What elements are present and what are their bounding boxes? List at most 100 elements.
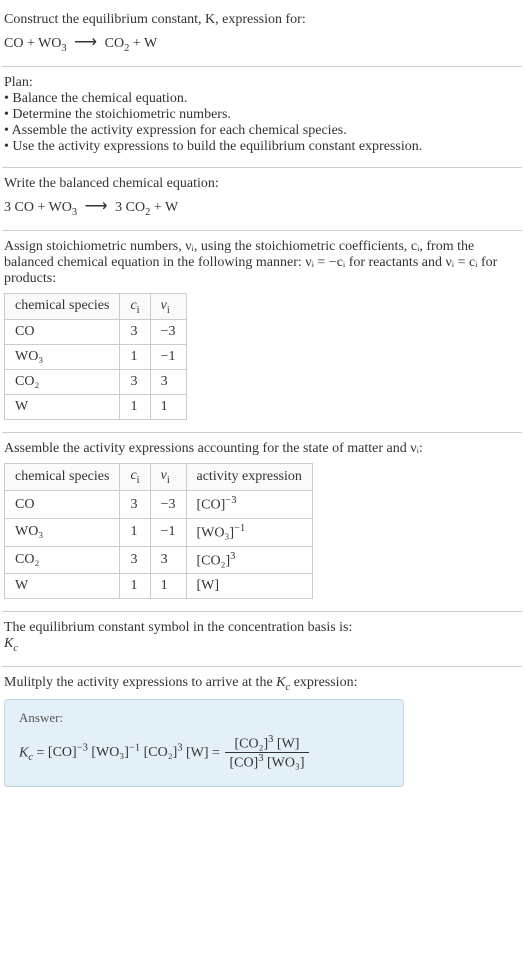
page: Construct the equilibrium constant, K, e… (0, 0, 524, 803)
cell: CO (5, 491, 120, 519)
cell: 3 (120, 546, 150, 574)
act-exp: −3 (225, 495, 236, 506)
plan-item: • Assemble the activity expression for e… (4, 123, 520, 139)
answer-label: Answer: (19, 710, 389, 726)
eq-rhs2: + W (150, 200, 178, 215)
kc-sub: c (28, 752, 33, 763)
plan-item: • Determine the stoichiometric numbers. (4, 107, 520, 123)
plan-item: • Use the activity expressions to build … (4, 139, 520, 155)
stoich-table: chemical species ci νi CO 3 −3 WO₃ 1 −1 … (4, 293, 187, 421)
balanced-section: Write the balanced chemical equation: 3 … (2, 168, 522, 230)
table-header-row: chemical species ci νi activity expressi… (5, 464, 313, 491)
table-row: W 1 1 (5, 395, 187, 420)
cell: W (5, 395, 120, 420)
plan-item: • Balance the chemical equation. (4, 91, 520, 107)
eq-rhs2: + W (129, 36, 157, 51)
cell: [WO₃]−1 (186, 518, 312, 546)
act-base: [CO] (197, 498, 226, 513)
multiply-text: Mulitply the activity expressions to arr… (4, 675, 520, 693)
cell: [CO₂]3 (186, 546, 312, 574)
term: [WO₃]−1 (91, 745, 140, 760)
eq-rhs1: CO (105, 36, 124, 51)
table-row: CO₂ 3 3 [CO₂]3 (5, 546, 313, 574)
plan-title: Plan: (4, 75, 520, 91)
table-header: νi (150, 293, 186, 320)
table-header: ci (120, 464, 150, 491)
cell: 1 (120, 518, 150, 546)
term: [CO₂]3 (144, 745, 183, 760)
kc-sub: c (13, 643, 18, 654)
cell: W (5, 574, 120, 599)
activity-intro: Assemble the activity expressions accoun… (4, 441, 520, 457)
cell: 1 (150, 395, 186, 420)
eq-lhs-sub: 3 (61, 43, 66, 54)
eq-rhs1: 3 CO (115, 200, 145, 215)
act-base: [WO₃] (197, 526, 235, 541)
table-header: ci (120, 293, 150, 320)
answer-box: Answer: Kc = [CO]−3 [WO₃]−1 [CO₂]3 [W] =… (4, 699, 404, 787)
table-header-row: chemical species ci νi (5, 293, 187, 320)
kc-k: K (4, 636, 13, 651)
cell: −3 (150, 320, 186, 345)
cell: 1 (120, 345, 150, 370)
answer-expression: Kc = [CO]−3 [WO₃]−1 [CO₂]3 [W] = [CO₂]3 … (19, 734, 389, 772)
eq-sign2: = (212, 745, 223, 760)
answer-section: Mulitply the activity expressions to arr… (2, 667, 522, 799)
table-header: activity expression (186, 464, 312, 491)
cell: −1 (150, 345, 186, 370)
arrow-icon: ⟶ (70, 34, 101, 51)
arrow-icon: ⟶ (81, 198, 112, 215)
cell: CO₂ (5, 546, 120, 574)
act-base: [W] (197, 578, 220, 593)
table-row: CO₂ 3 3 (5, 370, 187, 395)
table-row: CO 3 −3 [CO]−3 (5, 491, 313, 519)
activity-section: Assemble the activity expressions accoun… (2, 433, 522, 611)
activity-table: chemical species ci νi activity expressi… (4, 463, 313, 599)
cell: CO (5, 320, 120, 345)
table-header: chemical species (5, 293, 120, 320)
cell: 3 (120, 491, 150, 519)
balanced-text: Write the balanced chemical equation: (4, 176, 520, 192)
plan-section: Plan: • Balance the chemical equation. •… (2, 67, 522, 167)
kc-symbol-text: The equilibrium constant symbol in the c… (4, 620, 520, 636)
cell: −3 (150, 491, 186, 519)
cell: −1 (150, 518, 186, 546)
balanced-equation: 3 CO + WO3 ⟶ 3 CO2 + W (4, 196, 520, 218)
cell: 3 (150, 370, 186, 395)
cell: [W] (186, 574, 312, 599)
eq-lhs-sub: 3 (72, 207, 77, 218)
cell: 3 (120, 370, 150, 395)
eq-lhs: 3 CO + WO (4, 200, 72, 215)
kc-symbol: Kc (4, 636, 520, 654)
cell: WO₃ (5, 518, 120, 546)
table-header: chemical species (5, 464, 120, 491)
act-exp: −1 (234, 523, 245, 534)
eq-sign: = (37, 745, 48, 760)
stoich-intro: Assign stoichiometric numbers, νᵢ, using… (4, 239, 520, 287)
table-row: W 1 1 [W] (5, 574, 313, 599)
frac-den: [CO]3 [WO₃] (225, 753, 308, 772)
term: [W] (186, 745, 209, 760)
cell: 1 (150, 574, 186, 599)
prompt-section: Construct the equilibrium constant, K, e… (2, 4, 522, 66)
unbalanced-equation: CO + WO3 ⟶ CO2 + W (4, 32, 520, 54)
cell: WO₃ (5, 345, 120, 370)
stoich-section: Assign stoichiometric numbers, νᵢ, using… (2, 231, 522, 433)
kc-symbol-section: The equilibrium constant symbol in the c… (2, 612, 522, 666)
table-row: WO₃ 1 −1 (5, 345, 187, 370)
cell: 3 (120, 320, 150, 345)
prompt-line: Construct the equilibrium constant, K, e… (4, 12, 520, 28)
cell: 1 (120, 395, 150, 420)
cell: [CO]−3 (186, 491, 312, 519)
table-header: νi (150, 464, 186, 491)
table-row: CO 3 −3 (5, 320, 187, 345)
prompt-text: Construct the equilibrium constant, K, e… (4, 12, 306, 27)
table-row: WO₃ 1 −1 [WO₃]−1 (5, 518, 313, 546)
cell: CO₂ (5, 370, 120, 395)
act-exp: 3 (230, 551, 235, 562)
term: [CO]−3 (48, 745, 88, 760)
cell: 1 (120, 574, 150, 599)
kc-k: K (19, 745, 28, 760)
cell: 3 (150, 546, 186, 574)
fraction: [CO₂]3 [W] [CO]3 [WO₃] (225, 734, 308, 772)
